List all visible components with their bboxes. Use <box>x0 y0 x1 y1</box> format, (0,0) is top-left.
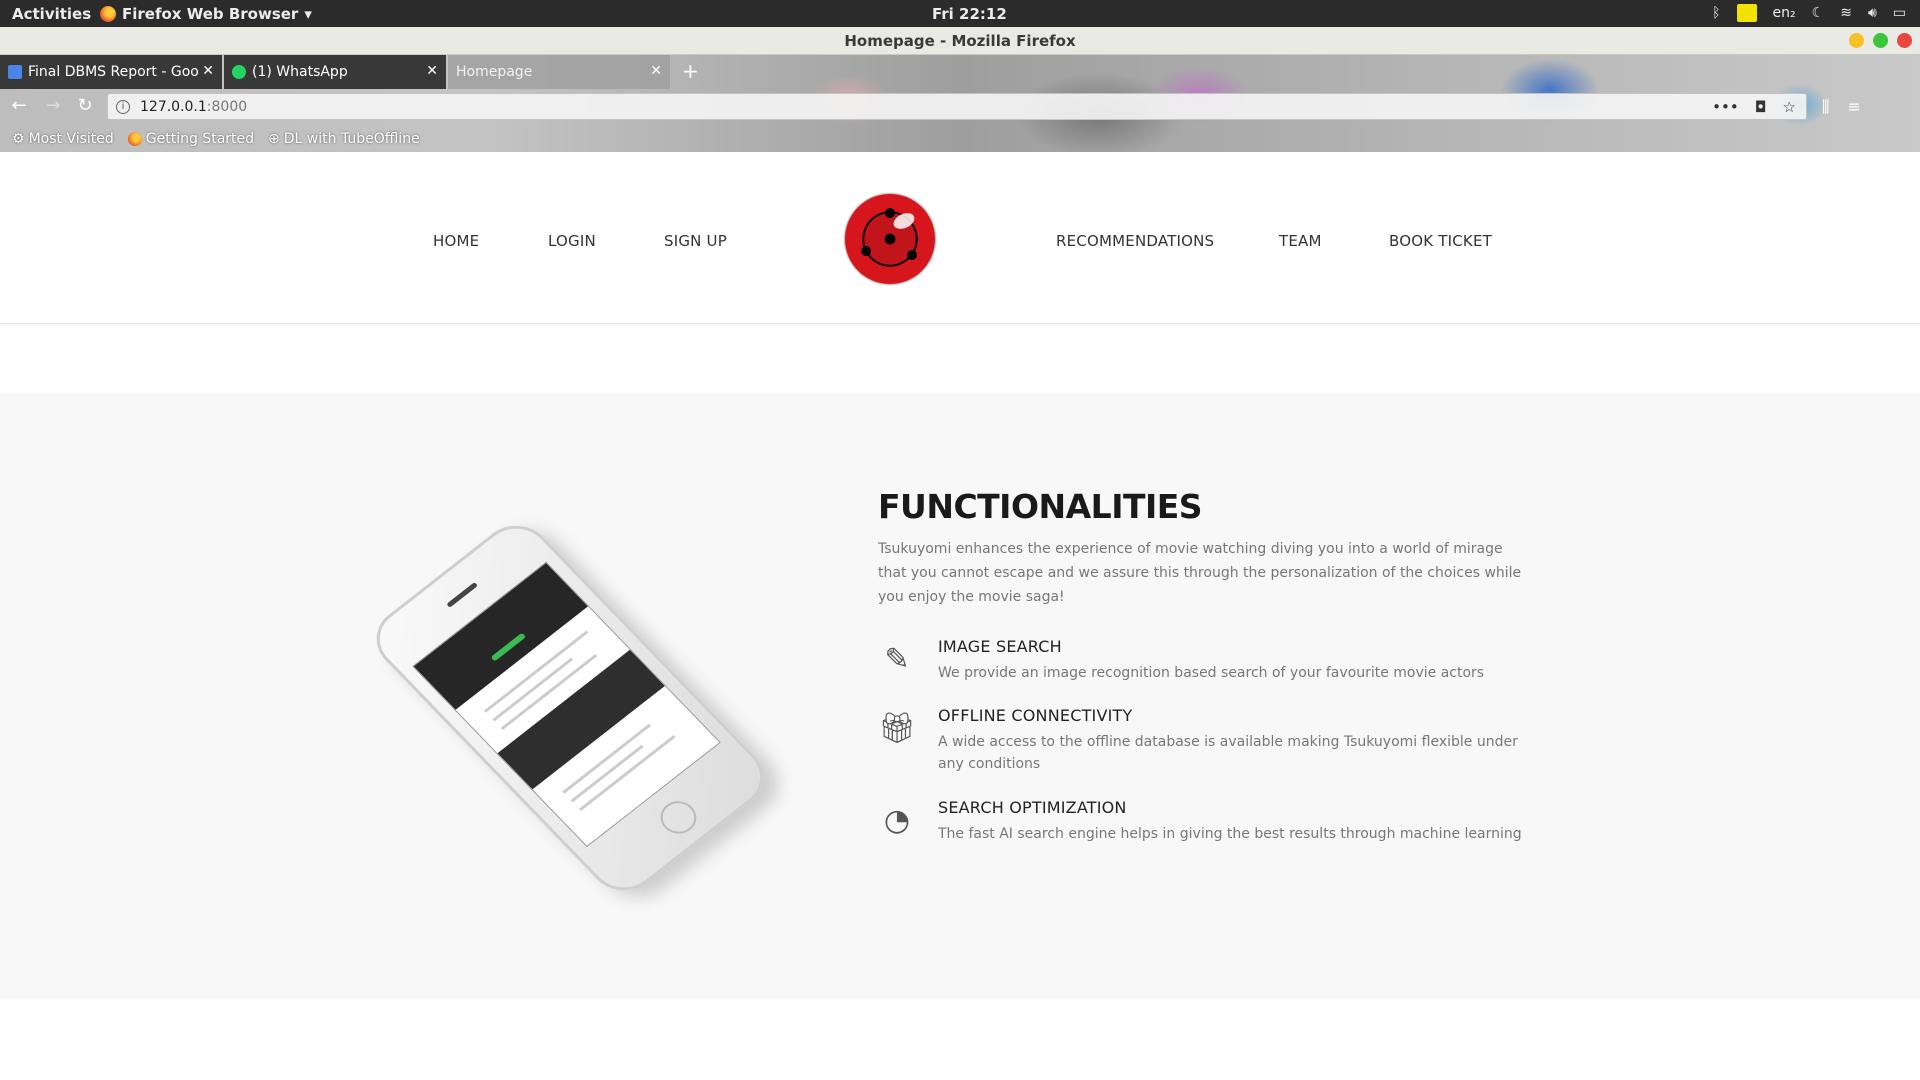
feature-heading: IMAGE SEARCH <box>938 637 1062 656</box>
pocket-icon[interactable]: ◘ <box>1755 98 1767 116</box>
gift-icon: 🎁︎ <box>878 711 917 746</box>
tab-whatsapp[interactable]: (1) WhatsApp ✕ <box>224 55 446 89</box>
sharingan-logo[interactable] <box>845 194 935 284</box>
screen-text-line <box>570 744 644 803</box>
screen-dark-band <box>497 649 665 790</box>
globe-icon: ⊕ <box>268 130 280 147</box>
new-tab-button[interactable]: + <box>682 59 699 83</box>
url-bar[interactable]: i 127.0.0.1:8000 ••• ◘ ☆ <box>107 93 1807 120</box>
firefox-icon <box>127 131 142 146</box>
functionalities-section: FUNCTIONALITIES Tsukuyomi enhances the e… <box>0 393 1920 999</box>
system-tray[interactable]: ᛒ en₂ ☾ ≋ 🔊︎ ▭ <box>1712 4 1906 22</box>
section-title: FUNCTIONALITIES <box>878 487 1203 526</box>
url-port: :8000 <box>206 98 248 115</box>
bookmark-getting-started[interactable]: Getting Started <box>127 130 255 147</box>
web-page: HOME LOGIN SIGN UP RECOMMENDATIONS TEAM … <box>0 152 1920 1080</box>
nav-home[interactable]: HOME <box>433 232 479 250</box>
feature-text: A wide access to the offline database is… <box>938 734 1518 772</box>
close-icon[interactable]: ✕ <box>650 63 662 79</box>
close-icon[interactable]: ✕ <box>202 63 214 79</box>
info-icon[interactable]: i <box>116 99 130 114</box>
magic-wand-icon: ✎ <box>884 642 910 677</box>
navigation-toolbar: ← → ↻ i 127.0.0.1:8000 ••• ◘ ☆ ⫼ ≡ <box>0 89 1920 123</box>
maximize-button[interactable] <box>1873 33 1888 48</box>
wifi-icon[interactable]: ≋ <box>1840 5 1852 21</box>
close-icon[interactable]: ✕ <box>426 63 438 79</box>
tab-homepage[interactable]: Homepage ✕ <box>448 55 670 89</box>
dashboard-icon: ◔ <box>883 803 911 838</box>
notes-icon[interactable] <box>1736 4 1757 22</box>
app-menu[interactable]: Firefox Web Browser ▾ <box>100 5 312 23</box>
nav-recommendations[interactable]: RECOMMENDATIONS <box>1056 232 1214 250</box>
tab-strip: Final DBMS Report - Goo ✕ (1) WhatsApp ✕… <box>0 55 1920 89</box>
system-top-bar: Activities Firefox Web Browser ▾ Fri 22:… <box>0 0 1920 27</box>
bookmark-label: DL with TubeOffline <box>283 130 420 147</box>
firefox-icon <box>100 6 116 22</box>
nav-sign-up[interactable]: SIGN UP <box>664 232 727 250</box>
close-window-button[interactable] <box>1897 33 1912 48</box>
nav-login[interactable]: LOGIN <box>548 232 596 250</box>
url-host: 127.0.0.1 <box>140 98 207 115</box>
screen-hero-band <box>413 562 588 710</box>
window-controls <box>1849 33 1912 48</box>
phone-body <box>361 512 779 904</box>
phone-speaker <box>446 582 479 608</box>
site-header: HOME LOGIN SIGN UP RECOMMENDATIONS TEAM … <box>0 152 1920 324</box>
tomoe-mark <box>885 208 895 218</box>
menu-icon[interactable]: ≡ <box>1847 97 1860 117</box>
browser-chrome: Final DBMS Report - Goo ✕ (1) WhatsApp ✕… <box>0 55 1920 152</box>
screen-text-line <box>578 735 676 812</box>
battery-icon[interactable]: ▭ <box>1893 5 1906 21</box>
tab-dbms-report[interactable]: Final DBMS Report - Goo ✕ <box>0 55 222 89</box>
feature-heading: SEARCH OPTIMIZATION <box>938 798 1127 817</box>
section-description: Tsukuyomi enhances the experience of mov… <box>878 541 1522 605</box>
clock[interactable]: Fri 22:12 <box>932 5 1007 23</box>
night-light-icon[interactable]: ☾ <box>1812 5 1825 21</box>
bookmarks-toolbar: ⚙ Most Visited Getting Started ⊕ DL with… <box>0 125 1920 152</box>
feature-heading: OFFLINE CONNECTIVITY <box>938 706 1133 725</box>
volume-icon[interactable]: 🔊︎ <box>1868 5 1877 21</box>
bookmark-label: Most Visited <box>28 130 114 147</box>
whatsapp-icon <box>232 65 246 79</box>
bookmark-tubeoffline[interactable]: ⊕ DL with TubeOffline <box>268 131 420 147</box>
back-button[interactable]: ← <box>8 95 30 117</box>
library-icon[interactable]: ⫼ <box>1822 97 1829 117</box>
feature-text: The fast AI search engine helps in givin… <box>938 826 1522 842</box>
window-title-bar: Homepage - Mozilla Firefox <box>0 27 1920 55</box>
app-menu-label: Firefox Web Browser <box>122 5 299 23</box>
docs-icon <box>8 65 22 79</box>
bookmark-most-visited[interactable]: ⚙ Most Visited <box>12 131 114 147</box>
minimize-button[interactable] <box>1849 33 1864 48</box>
more-icon[interactable]: ••• <box>1712 98 1739 116</box>
nav-book-ticket[interactable]: BOOK TICKET <box>1389 232 1492 250</box>
forward-button[interactable]: → <box>42 95 64 117</box>
bookmark-star-icon[interactable]: ☆ <box>1783 98 1796 116</box>
tomoe-mark <box>907 250 917 260</box>
activities-button[interactable]: Activities <box>12 5 91 23</box>
toolbar-right-icons: ⫼ ≡ <box>1822 97 1861 117</box>
tab-label: Homepage <box>456 64 533 80</box>
reload-button[interactable]: ↻ <box>74 95 96 117</box>
chevron-down-icon: ▾ <box>304 5 312 23</box>
language-indicator[interactable]: en₂ <box>1773 5 1796 21</box>
gear-icon: ⚙ <box>12 130 25 147</box>
window-title: Homepage - Mozilla Firefox <box>844 32 1076 50</box>
nav-team[interactable]: TEAM <box>1279 232 1322 250</box>
tomoe-mark <box>861 246 871 256</box>
phone-mockup-image <box>361 503 810 904</box>
feature-text: We provide an image recognition based se… <box>938 665 1485 681</box>
phone-home-button <box>653 794 704 841</box>
bluetooth-icon[interactable]: ᛒ <box>1712 5 1720 21</box>
tab-label: Final DBMS Report - Goo <box>28 64 199 80</box>
url-actions: ••• ◘ ☆ <box>1712 98 1796 116</box>
bookmark-label: Getting Started <box>145 130 255 147</box>
tab-label: (1) WhatsApp <box>252 64 348 80</box>
